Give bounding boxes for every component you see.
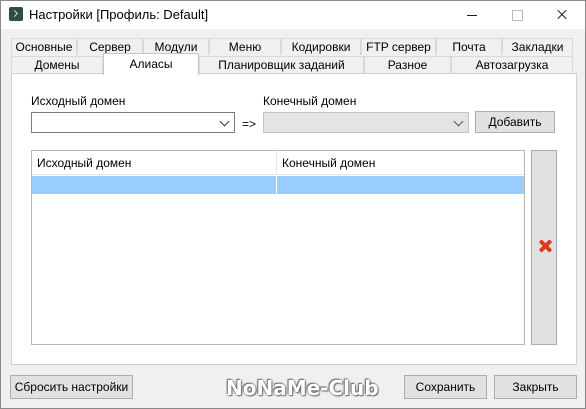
add-alias-button[interactable]: Добавить: [475, 111, 555, 133]
column-source-domain[interactable]: Исходный домен: [32, 151, 277, 175]
save-button[interactable]: Сохранить: [404, 375, 487, 399]
tab-mail[interactable]: Почта: [436, 38, 502, 55]
tab-misc[interactable]: Разное: [364, 56, 451, 73]
reset-settings-button[interactable]: Сбросить настройки: [10, 375, 133, 399]
red-x-icon: [538, 239, 552, 253]
close-button[interactable]: Закрыть: [494, 375, 577, 399]
chevron-down-icon: [453, 116, 464, 127]
source-domain-label: Исходный домен: [31, 94, 126, 108]
target-domain-combobox[interactable]: [263, 112, 469, 133]
tab-domains[interactable]: Домены: [11, 56, 103, 73]
settings-window: Настройки [Профиль: Default] Основные Се…: [0, 0, 586, 409]
table-row[interactable]: [32, 176, 524, 194]
window-title: Настройки [Профиль: Default]: [29, 7, 209, 22]
tab-ftp-server[interactable]: FTP сервер: [361, 38, 436, 55]
minimize-button[interactable]: [449, 1, 494, 29]
tab-encodings[interactable]: Кодировки: [281, 38, 361, 55]
tab-menu[interactable]: Меню: [209, 38, 281, 55]
tab-scheduler[interactable]: Планировщик заданий: [199, 56, 364, 73]
tab-bookmarks[interactable]: Закладки: [502, 38, 573, 55]
watermark: NoNaMe-Club: [226, 376, 379, 400]
title-bar[interactable]: Настройки [Профиль: Default]: [1, 1, 585, 29]
list-header: Исходный домен Конечный домен: [32, 151, 524, 175]
column-target-domain[interactable]: Конечный домен: [277, 151, 524, 175]
close-window-button[interactable]: [539, 1, 584, 29]
maximize-button[interactable]: [494, 1, 539, 29]
delete-alias-button[interactable]: [531, 150, 557, 345]
chevron-down-icon: [219, 116, 230, 127]
terminal-icon: [9, 7, 23, 21]
aliases-panel: Исходный домен Конечный домен => Добавит…: [11, 73, 577, 365]
cell-source-domain: [32, 176, 277, 194]
cell-target-domain: [277, 176, 524, 194]
tab-basic[interactable]: Основные: [11, 38, 77, 55]
tab-autostart[interactable]: Автозагрузка: [451, 56, 573, 73]
source-domain-combobox[interactable]: [31, 112, 235, 133]
aliases-list[interactable]: Исходный домен Конечный домен: [31, 150, 525, 345]
mapping-arrow: =>: [242, 117, 257, 131]
tab-aliases[interactable]: Алиасы: [103, 53, 199, 75]
target-domain-label: Конечный домен: [263, 94, 357, 108]
